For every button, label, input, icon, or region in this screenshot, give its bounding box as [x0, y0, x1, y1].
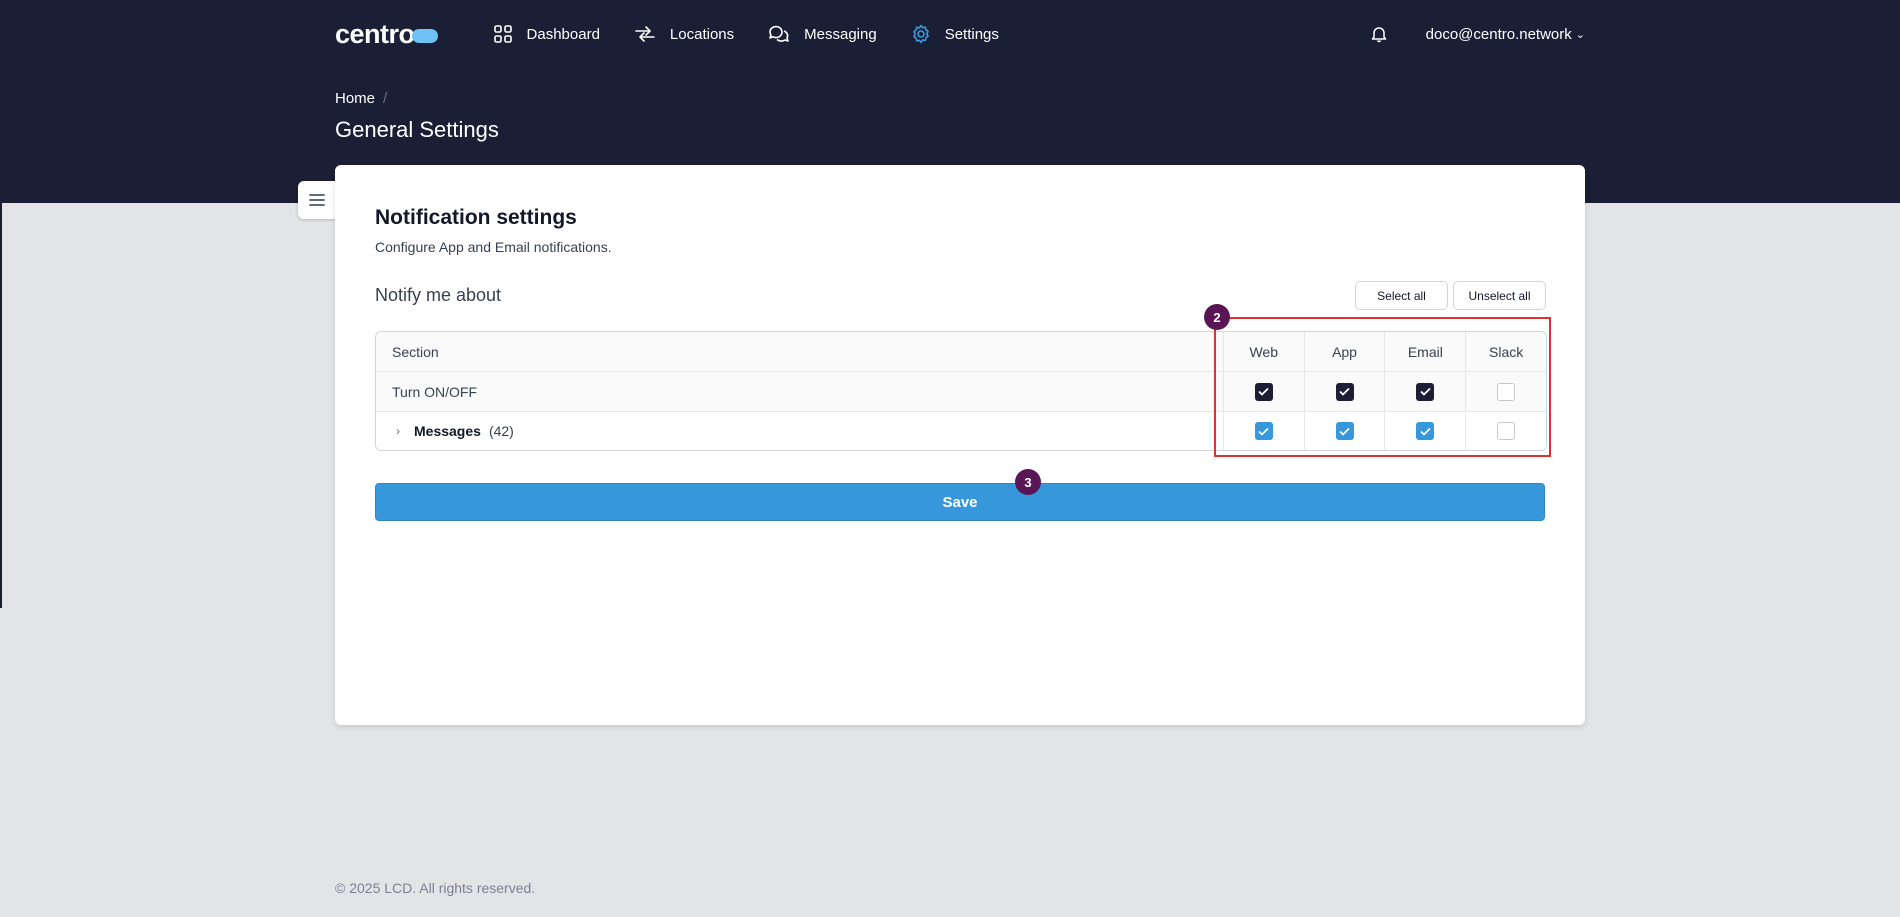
row-label: Turn ON/OFF [392, 383, 478, 400]
nav-locations-label: Locations [669, 25, 735, 43]
main-nav: Dashboard Locations Messaging Settings [493, 24, 1033, 44]
user-menu[interactable]: doco@centro.network ⌄ [1426, 26, 1585, 43]
nav-settings[interactable]: Settings [911, 24, 999, 44]
left-rule [0, 203, 2, 608]
row-section: › Messages (42) [376, 423, 1223, 439]
topbar-right: doco@centro.network ⌄ [1370, 25, 1585, 43]
header-section: Section [392, 343, 439, 360]
nav-messaging-label: Messaging [804, 25, 877, 43]
nav-dashboard-label: Dashboard [526, 25, 600, 43]
unselect-all-button[interactable]: Unselect all [1453, 281, 1546, 310]
breadcrumb: Home / [335, 90, 387, 107]
grid-icon [493, 25, 512, 43]
chevron-right-icon[interactable]: › [396, 424, 400, 438]
card-title: Notification settings [375, 206, 577, 229]
row-label: Messages [414, 423, 481, 439]
nav-locations[interactable]: Locations [634, 24, 734, 44]
page-title: General Settings [335, 117, 499, 142]
save-button[interactable]: Save [375, 483, 1545, 521]
topbar: centro Dashboard Locations Messaging Set… [335, 0, 1585, 68]
menu-icon [309, 194, 325, 206]
notify-label: Notify me about [375, 285, 502, 305]
nav-messaging[interactable]: Messaging [768, 24, 877, 44]
breadcrumb-home[interactable]: Home [335, 90, 375, 107]
sidebar-toggle[interactable] [298, 181, 336, 219]
gear-icon [912, 24, 929, 44]
annotation-marker-3: 3 [1015, 469, 1041, 495]
select-all-button[interactable]: Select all [1355, 281, 1448, 310]
logo[interactable]: centro [335, 19, 438, 50]
user-email: doco@centro.network [1425, 25, 1572, 43]
bell-icon[interactable] [1370, 25, 1388, 43]
footer-copyright: © 2025 LCD. All rights reserved. [335, 880, 536, 896]
breadcrumb-separator: / [383, 90, 388, 107]
nav-settings-label: Settings [944, 25, 999, 43]
arrows-icon [635, 26, 655, 42]
annotation-marker-2: 2 [1204, 304, 1230, 330]
logo-pill [411, 29, 438, 43]
logo-text: centro [335, 18, 415, 49]
chat-bubbles-icon [769, 25, 789, 42]
row-count: (42) [488, 423, 514, 439]
card-subtitle: Configure App and Email notifications. [375, 239, 612, 255]
nav-dashboard[interactable]: Dashboard [493, 24, 600, 44]
chevron-down-icon: ⌄ [1575, 28, 1585, 41]
annotation-highlight-box [1214, 317, 1551, 457]
